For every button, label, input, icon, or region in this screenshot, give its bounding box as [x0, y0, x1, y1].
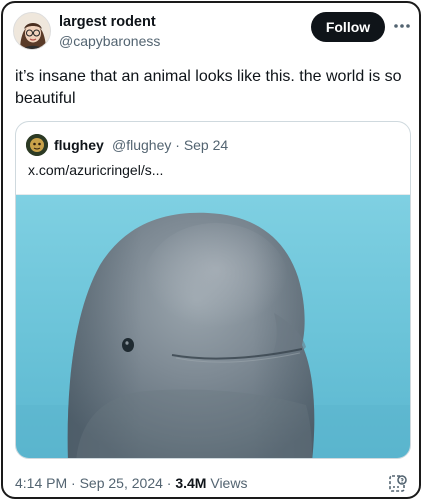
tweet-time[interactable]: 4:14 PM — [15, 475, 67, 491]
footer-separator: · — [71, 475, 76, 491]
tweet-header: largest rodent @capybaroness Follow — [3, 3, 419, 59]
follow-button[interactable]: Follow — [311, 12, 385, 42]
quoted-separator: · — [175, 137, 180, 153]
quoted-author-name[interactable]: flughey — [54, 137, 104, 153]
tweet-card: largest rodent @capybaroness Follow it’s… — [1, 1, 421, 499]
author-avatar[interactable] — [13, 12, 51, 50]
quoted-tweet[interactable]: flughey @flughey · Sep 24 x.com/azuricri… — [15, 121, 411, 459]
grok-icon[interactable] — [387, 473, 409, 495]
tweet-text: it’s insane that an animal looks like th… — [15, 68, 402, 107]
views-count[interactable]: 3.4M — [175, 475, 206, 491]
author-avatar-image — [14, 13, 50, 49]
beluga-whale-photo[interactable] — [16, 194, 410, 458]
quoted-link[interactable]: x.com/azuricringel/s... — [28, 162, 163, 178]
quoted-date[interactable]: Sep 24 — [184, 137, 228, 153]
footer-separator-2: · — [166, 475, 172, 491]
more-icon[interactable] — [391, 16, 413, 36]
views-label: Views — [210, 475, 248, 491]
tweet-footer: 4:14 PM · Sep 25, 2024 · 3.4M Views — [15, 473, 411, 495]
author-handle[interactable]: @capybaroness — [59, 33, 160, 49]
quoted-author-handle[interactable]: @flughey — [112, 137, 171, 153]
tweet-timestamp: 4:14 PM · Sep 25, 2024 · 3.4M Views — [15, 475, 247, 491]
beluga-whale-image — [16, 195, 410, 458]
quoted-author-avatar[interactable] — [26, 134, 48, 156]
quoted-meta: @flughey · Sep 24 — [112, 137, 228, 153]
author-name[interactable]: largest rodent — [59, 14, 156, 30]
tweet-date[interactable]: Sep 25, 2024 — [80, 475, 163, 491]
